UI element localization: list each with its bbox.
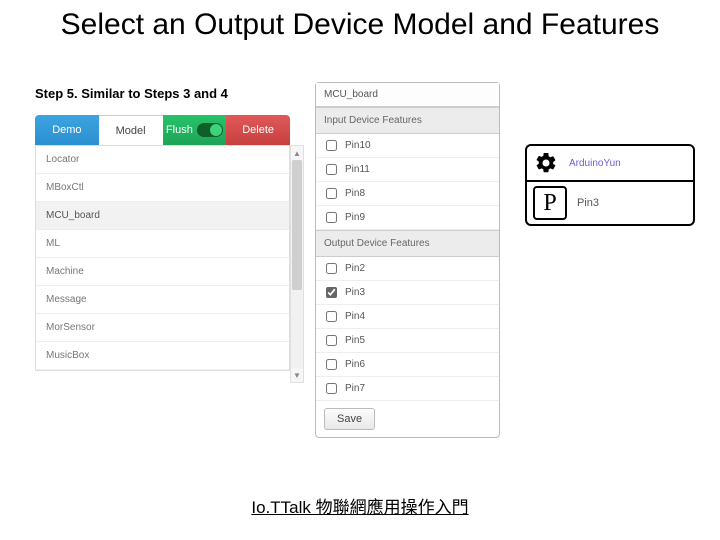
features-panel: MCU_board Input Device Features Pin10 Pin… (315, 82, 500, 438)
input-feature-label: Pin11 (345, 164, 370, 175)
tab-bar: Demo Model Flush Delete (35, 115, 290, 145)
output-feature-label: Pin3 (345, 287, 365, 298)
step-caption: Step 5. Similar to Steps 3 and 4 (35, 86, 228, 101)
device-summary-row-pin[interactable]: P Pin3 (527, 180, 693, 224)
input-feature-checkbox[interactable] (326, 164, 337, 175)
output-feature-label: Pin5 (345, 335, 365, 346)
input-feature-row[interactable]: Pin9 (316, 206, 499, 230)
input-feature-checkbox[interactable] (326, 212, 337, 223)
gear-icon (533, 150, 559, 176)
tab-flush[interactable]: Flush (163, 115, 227, 145)
flush-toggle[interactable] (197, 123, 223, 137)
model-item[interactable]: Locator (36, 146, 289, 174)
model-item[interactable]: MorSensor (36, 314, 289, 342)
output-feature-row[interactable]: Pin6 (316, 353, 499, 377)
output-feature-row[interactable]: Pin3 (316, 281, 499, 305)
model-item[interactable]: Machine (36, 258, 289, 286)
model-item[interactable]: ML (36, 230, 289, 258)
model-item[interactable]: MCU_board (36, 202, 289, 230)
model-panel: Demo Model Flush Delete LocatorMBoxCtlMC… (35, 115, 290, 371)
model-item[interactable]: Message (36, 286, 289, 314)
output-feature-checkbox[interactable] (326, 311, 337, 322)
tab-delete[interactable]: Delete (226, 115, 290, 145)
output-feature-checkbox[interactable] (326, 383, 337, 394)
scroll-up-icon[interactable]: ▲ (291, 146, 303, 160)
output-feature-checkbox[interactable] (326, 287, 337, 298)
input-feature-row[interactable]: Pin11 (316, 158, 499, 182)
tab-model[interactable]: Model (99, 115, 163, 145)
output-feature-checkbox[interactable] (326, 263, 337, 274)
output-feature-label: Pin4 (345, 311, 365, 322)
output-feature-label: Pin7 (345, 383, 365, 394)
output-feature-label: Pin2 (345, 263, 365, 274)
output-feature-checkbox[interactable] (326, 359, 337, 370)
device-summary-row-settings[interactable]: ArduinoYun (527, 146, 693, 180)
model-item[interactable]: MBoxCtl (36, 174, 289, 202)
page-title: Select an Output Device Model and Featur… (0, 0, 720, 43)
footer-link[interactable]: Io.TTalk 物聯網應用操作入門 (0, 493, 720, 518)
device-board-label: ArduinoYun (569, 158, 621, 169)
output-feature-row[interactable]: Pin5 (316, 329, 499, 353)
save-button[interactable]: Save (324, 408, 375, 430)
input-feature-checkbox[interactable] (326, 188, 337, 199)
model-list: LocatorMBoxCtlMCU_boardMLMachineMessageM… (35, 145, 290, 371)
p-icon: P (533, 186, 567, 220)
device-summary-box: ArduinoYun P Pin3 (525, 144, 695, 226)
output-feature-row[interactable]: Pin2 (316, 257, 499, 281)
input-feature-label: Pin9 (345, 212, 365, 223)
tab-demo[interactable]: Demo (35, 115, 99, 145)
output-feature-row[interactable]: Pin7 (316, 377, 499, 401)
output-feature-row[interactable]: Pin4 (316, 305, 499, 329)
output-feature-label: Pin6 (345, 359, 365, 370)
input-feature-label: Pin10 (345, 140, 371, 151)
device-name-header: MCU_board (316, 83, 499, 107)
input-feature-checkbox[interactable] (326, 140, 337, 151)
input-features-header: Input Device Features (316, 107, 499, 134)
scroll-thumb[interactable] (292, 160, 302, 290)
save-row: Save (316, 401, 499, 437)
output-features-header: Output Device Features (316, 230, 499, 257)
selected-pin-label: Pin3 (577, 197, 599, 209)
model-item[interactable]: MusicBox (36, 342, 289, 370)
input-feature-row[interactable]: Pin10 (316, 134, 499, 158)
tab-flush-label: Flush (166, 124, 193, 136)
output-feature-checkbox[interactable] (326, 335, 337, 346)
scroll-down-icon[interactable]: ▼ (291, 368, 303, 382)
scrollbar[interactable]: ▲ ▼ (290, 145, 304, 383)
input-feature-label: Pin8 (345, 188, 365, 199)
input-feature-row[interactable]: Pin8 (316, 182, 499, 206)
